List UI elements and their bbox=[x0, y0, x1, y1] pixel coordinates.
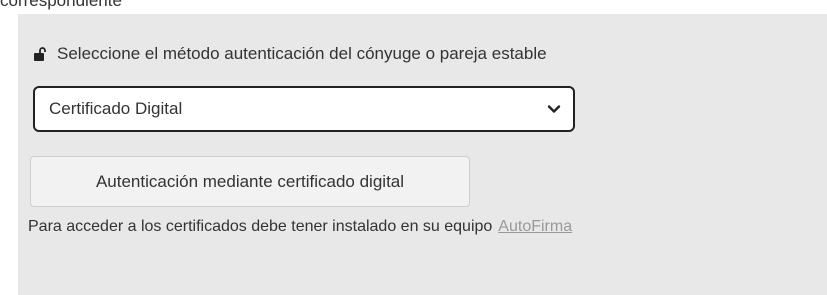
auth-method-select[interactable]: Certificado Digital bbox=[33, 86, 575, 132]
autofirma-link[interactable]: AutoFirma bbox=[498, 218, 572, 235]
auth-method-title: Seleccione el método autenticación del c… bbox=[57, 44, 547, 63]
chevron-down-icon bbox=[547, 105, 561, 113]
top-cropped-text: correspondiente bbox=[0, 0, 827, 14]
certificate-auth-button[interactable]: Autenticación mediante certificado digit… bbox=[30, 156, 470, 207]
header-partial-text: correspondiente bbox=[0, 0, 122, 10]
authentication-panel: Seleccione el método autenticación del c… bbox=[18, 14, 827, 295]
autofirma-info: Para acceder a los certificados debe ten… bbox=[28, 218, 572, 236]
auth-method-selected-value: Certificado Digital bbox=[49, 99, 183, 118]
lock-open-icon bbox=[34, 47, 46, 61]
auth-method-heading: Seleccione el método autenticación del c… bbox=[33, 44, 547, 64]
autofirma-info-text: Para acceder a los certificados debe ten… bbox=[28, 218, 493, 235]
